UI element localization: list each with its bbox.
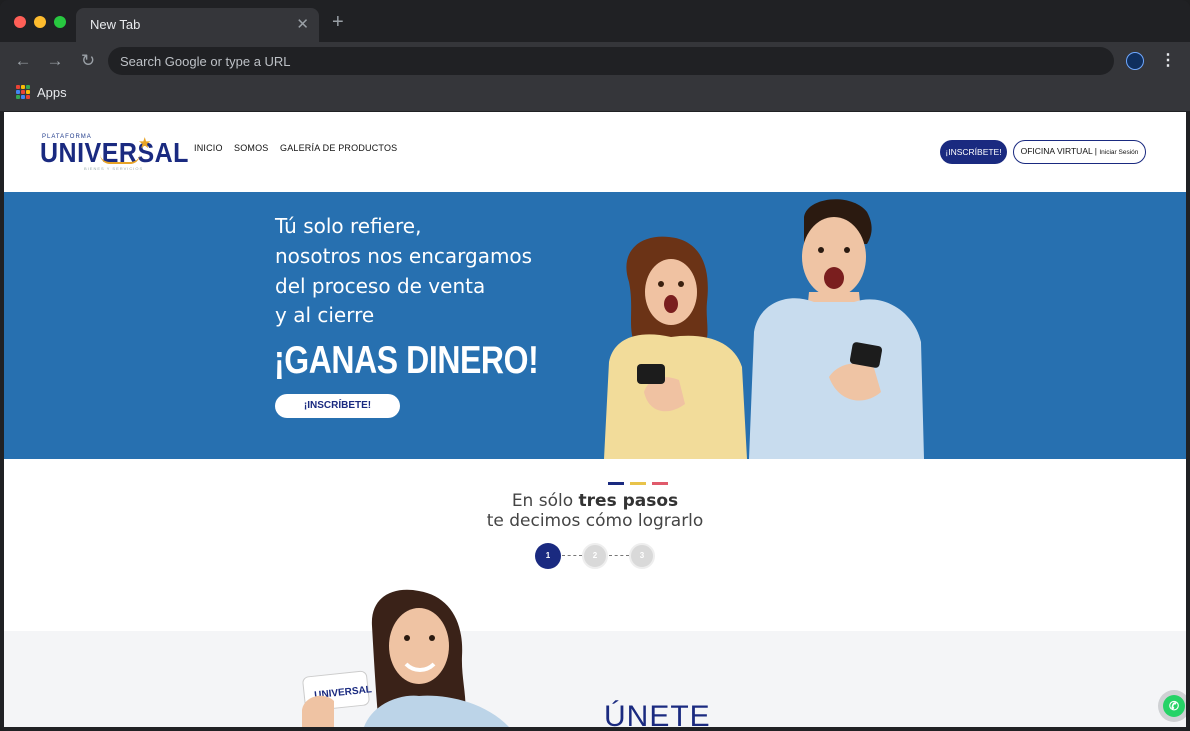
whatsapp-icon: ✆: [1163, 695, 1185, 717]
join-section: [4, 631, 1186, 727]
tab-title: New Tab: [90, 17, 141, 32]
menu-dots-icon[interactable]: ⋮: [1160, 50, 1176, 72]
steps-heading-line-1: En sólo tres pasos: [4, 491, 1186, 511]
tab-strip: New Tab ✕ +: [0, 0, 1190, 42]
browser-toolbar: ← → ↻ Search Google or type a URL ⋮: [0, 42, 1190, 80]
minimize-window-button[interactable]: [34, 16, 46, 28]
web-page: PLATAFORMA UNIVERSAL ★ BIENES Y SERVICIO…: [4, 112, 1186, 727]
apps-grid-icon[interactable]: [16, 85, 30, 99]
step-connector: [562, 555, 582, 556]
hero-line-2: nosotros nos encargamos: [275, 244, 533, 268]
step-2-button[interactable]: 2: [582, 543, 608, 569]
logo-sub-text: BIENES Y SERVICIOS: [84, 166, 144, 171]
star-icon: ★: [138, 135, 152, 152]
accent-bar-yellow: [630, 482, 646, 485]
accent-bar-blue: [608, 482, 624, 485]
maximize-window-button[interactable]: [54, 16, 66, 28]
nav-somos[interactable]: SOMOS: [234, 143, 269, 153]
steps-heading-line-2: te decimos cómo lograrlo: [486, 511, 704, 531]
tab-new-tab[interactable]: New Tab ✕: [76, 8, 319, 42]
nav-galeria-de-productos[interactable]: GALERÍA DE PRODUCTOS: [280, 143, 397, 153]
signup-button[interactable]: ¡INSCRÍBETE!: [940, 140, 1007, 164]
site-header: PLATAFORMA UNIVERSAL ★ BIENES Y SERVICIO…: [4, 112, 1186, 192]
hero-line-3: del proceso de venta: [275, 274, 486, 298]
accent-bar-red: [652, 482, 668, 485]
logo-swoosh: [100, 154, 140, 164]
tab-close-icon[interactable]: ✕: [296, 15, 309, 33]
address-bar[interactable]: Search Google or type a URL: [108, 47, 1114, 75]
reload-icon[interactable]: ↻: [77, 50, 99, 72]
step-3-button[interactable]: 3: [629, 543, 655, 569]
steps-heading-bold: tres pasos: [578, 491, 679, 511]
step-connector: [609, 555, 629, 556]
browser-window: New Tab ✕ + ← → ↻ Search Google or type …: [0, 0, 1190, 731]
apps-bookmark[interactable]: Apps: [37, 85, 67, 100]
bookmarks-bar: [0, 80, 1190, 111]
hero-signup-button[interactable]: ¡INSCRÍBETE!: [275, 394, 400, 418]
forward-arrow-icon[interactable]: →: [44, 50, 66, 72]
nav-inicio[interactable]: INICIO: [194, 143, 223, 153]
close-window-button[interactable]: [14, 16, 26, 28]
site-logo[interactable]: PLATAFORMA UNIVERSAL ★ BIENES Y SERVICIO…: [40, 134, 188, 174]
whatsapp-button[interactable]: ✆: [1158, 690, 1186, 722]
virtual-office-label: OFICINA VIRTUAL: [1020, 146, 1093, 156]
hero-banner: Tú solo refiere, nosotros nos encargamos…: [4, 192, 1186, 459]
hero-line-4: y al cierre: [275, 303, 375, 327]
join-heading: ÚNETE: [604, 700, 711, 727]
new-tab-button[interactable]: +: [332, 12, 344, 32]
hero-headline: ¡GANAS DINERO!: [274, 339, 539, 382]
hero-people-image: [604, 199, 924, 459]
hero-line-1: Tú solo refiere,: [275, 214, 422, 238]
steps-heading-prefix: En sólo: [511, 491, 579, 511]
login-label: Iniciar Sesión: [1099, 149, 1139, 156]
steps-section: En sólo tres pasos te decimos cómo logra…: [4, 459, 1186, 631]
profile-avatar-icon[interactable]: [1126, 52, 1144, 70]
address-bar-placeholder: Search Google or type a URL: [120, 54, 291, 69]
virtual-office-button[interactable]: OFICINA VIRTUAL | Iniciar Sesión: [1013, 140, 1146, 164]
woman-holding-card-image: UNIVERSAL: [302, 589, 509, 727]
back-arrow-icon[interactable]: ←: [12, 50, 34, 72]
step-1-button[interactable]: 1: [535, 543, 561, 569]
